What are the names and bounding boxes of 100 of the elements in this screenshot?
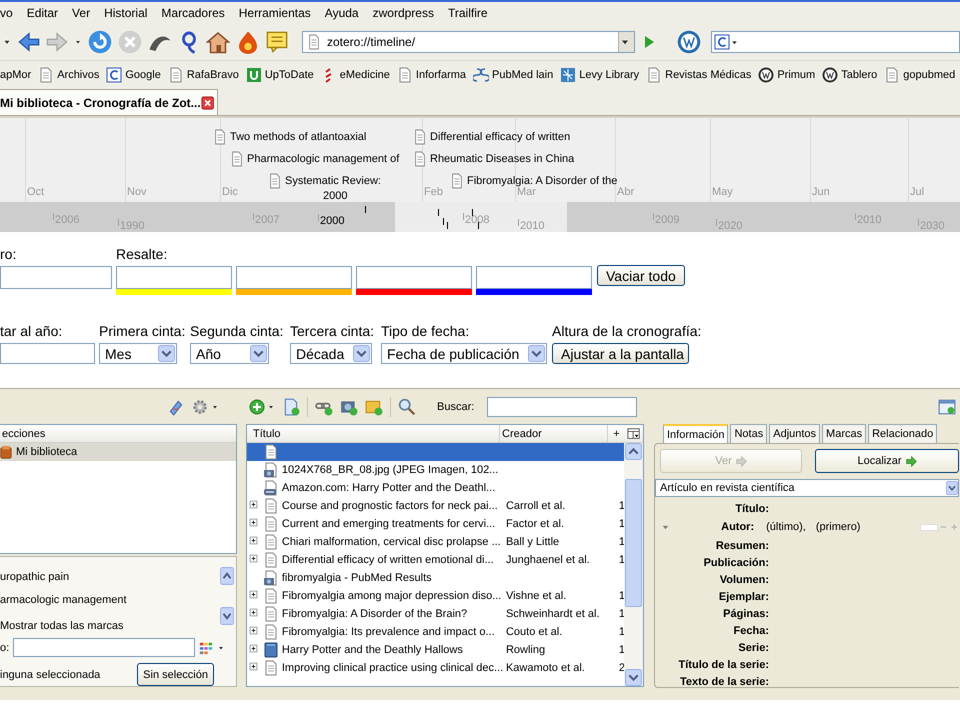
search-field[interactable]: [711, 31, 960, 53]
item-row[interactable]: Fibromyalgia: Its prevalence and impact o... Couto et al. 1: [247, 623, 625, 641]
select-field[interactable]: Año: [190, 343, 269, 364]
scroll-up-icon[interactable]: [220, 567, 234, 585]
title-cell: Differential efficacy of written emotional di...: [282, 554, 494, 566]
bookmark-item[interactable]: Revistas Médicas: [646, 66, 752, 82]
tag-item[interactable]: uropathic pain: [0, 568, 214, 586]
locate-button[interactable]: Localizar: [815, 449, 959, 473]
add-icon[interactable]: [249, 398, 265, 414]
search-field[interactable]: [487, 396, 638, 416]
column-header[interactable]: Título: [247, 425, 500, 442]
tag-filter-field[interactable]: [13, 638, 196, 657]
year-field[interactable]: [0, 343, 95, 364]
tab[interactable]: Relacionado: [868, 424, 938, 443]
back-icon[interactable]: [18, 31, 40, 53]
item-row[interactable]: Differential efficacy of written emotional di... Junghaenel et al. 1: [247, 551, 625, 569]
bookmark-item[interactable]: Primum: [758, 66, 816, 82]
item-row[interactable]: 1024X768_BR_08.jpg (JPEG Imagen, 102...: [247, 461, 625, 479]
clear-button[interactable]: Vaciar todo: [597, 265, 685, 286]
tab[interactable]: Marcas: [822, 424, 866, 443]
column-header[interactable]: +: [608, 425, 625, 442]
timeline-event[interactable]: Systematic Review:: [268, 173, 381, 189]
select-field[interactable]: Década: [290, 343, 372, 364]
item-row[interactable]: Amazon.com: Harry Potter and the Deathl...: [247, 479, 625, 497]
menu-item[interactable]: vo: [0, 6, 20, 20]
item-row[interactable]: Current and emerging treatments for cervi... Factor et al. 1: [247, 515, 625, 533]
bookmark-item[interactable]: Google: [106, 66, 161, 82]
tab[interactable]: Notas: [730, 424, 768, 443]
color-grid-icon[interactable]: [199, 640, 214, 654]
window-icon[interactable]: [938, 398, 956, 416]
scroll-down-icon[interactable]: [220, 607, 234, 625]
filter-field[interactable]: [0, 266, 112, 289]
menu-item[interactable]: Ayuda: [318, 6, 366, 20]
bookmark-item[interactable]: Inforfarma: [396, 66, 466, 82]
highlight-field[interactable]: [116, 266, 232, 289]
timeline-event[interactable]: Rheumatic Diseases in China: [413, 151, 574, 167]
tag-item[interactable]: armacologic management: [0, 591, 214, 610]
select-field[interactable]: Fecha de publicación: [381, 343, 547, 364]
scroll-down-icon[interactable]: [625, 669, 642, 686]
bookmark-item[interactable]: PubMed lain: [473, 66, 554, 82]
menu-item[interactable]: Trailfire: [440, 6, 495, 20]
search-engine-icon[interactable]: [714, 34, 730, 50]
item-row[interactable]: fibromyalgia - PubMed Results: [247, 569, 625, 587]
bookmark-item[interactable]: Levy Library: [560, 66, 640, 82]
tab[interactable]: Adjuntos: [769, 424, 820, 443]
item-row[interactable]: Fibromyalgia among major depression diso... Vishne et al. 1: [247, 587, 625, 605]
column-header[interactable]: Creador: [500, 425, 608, 442]
item-type-select[interactable]: Artículo en revista científica: [655, 479, 959, 497]
highlight-field[interactable]: [236, 266, 352, 289]
last-name-field[interactable]: (último),: [766, 521, 806, 533]
flame-icon[interactable]: [236, 30, 260, 54]
new-note-icon[interactable]: [282, 398, 300, 416]
creator-type-field[interactable]: [920, 524, 938, 530]
bookmark-item[interactable]: UpToDate: [246, 66, 314, 82]
timeline-event[interactable]: Two methods of atlantoaxial: [213, 129, 366, 145]
highlight-field[interactable]: [476, 266, 592, 289]
menu-item[interactable]: Herramientas: [232, 6, 318, 20]
scroll-up-icon[interactable]: [625, 443, 642, 460]
page-icon: [646, 66, 662, 82]
fit-button[interactable]: Ajustar a la pantalla: [552, 343, 689, 364]
collection-label: Mi biblioteca: [16, 446, 78, 458]
address-field[interactable]: zotero://timeline/: [302, 31, 635, 53]
menu-item[interactable]: Marcadores: [154, 6, 232, 20]
timeline-event[interactable]: Pharmacologic management of: [230, 151, 400, 167]
close-icon[interactable]: [200, 96, 214, 110]
item-row[interactable]: Chiari malformation, cervical disc prolapse ... Ball y Little 1: [247, 533, 625, 551]
reload-icon[interactable]: [88, 30, 112, 54]
bookmark-item[interactable]: gopubmed: [884, 66, 956, 82]
page-icon: [262, 624, 279, 640]
highlight-field[interactable]: [356, 266, 472, 289]
item-row[interactable]: Course and prognostic factors for neck pai... Carroll et al. 1: [247, 497, 625, 515]
column-picker-icon[interactable]: [627, 426, 641, 440]
timeline-event[interactable]: Fibromyalgia: A Disorder of the: [450, 173, 618, 189]
bookmark-item[interactable]: Tablero: [822, 66, 878, 82]
select-field[interactable]: Mes: [99, 343, 177, 364]
first-name-field[interactable]: (primero): [816, 521, 860, 533]
tab[interactable]: Información: [663, 424, 728, 443]
count-cell: 1: [618, 644, 626, 656]
browser-tab[interactable]: Mi biblioteca - Cronografía de Zot...: [0, 89, 218, 115]
menu-item[interactable]: Historial: [97, 6, 154, 20]
deselect-button[interactable]: Sin selección: [137, 663, 214, 686]
menu-item[interactable]: Editar: [20, 6, 66, 20]
collection-row[interactable]: Mi biblioteca: [0, 443, 236, 461]
bookmark-item[interactable]: Archivos: [38, 66, 100, 82]
item-row[interactable]: Harry Potter and the Deathly Hallows Rowling 1: [247, 641, 625, 659]
home-icon[interactable]: [206, 30, 230, 54]
show-all-label[interactable]: Mostrar todas las marcas: [0, 620, 236, 634]
bookmark-item[interactable]: RafaBravo: [168, 66, 239, 82]
menu-item[interactable]: zwordpress: [366, 6, 441, 20]
search-icon[interactable]: [398, 398, 416, 416]
timeline-event[interactable]: Differential efficacy of written: [413, 129, 570, 145]
bookmark-item[interactable]: apMor: [0, 68, 32, 80]
note-icon[interactable]: [266, 31, 288, 53]
bookmark-item[interactable]: eMedicine: [320, 66, 390, 82]
menu-item[interactable]: Ver: [65, 6, 98, 20]
item-row[interactable]: Fibromyalgia: A Disorder of the Brain? Schweinhardt et al. 1: [247, 605, 625, 623]
sync-icon[interactable]: [167, 398, 185, 416]
caret-icon[interactable]: [74, 38, 82, 46]
column-header[interactable]: ecciones: [0, 425, 236, 443]
scroll-thumb[interactable]: [625, 479, 642, 607]
